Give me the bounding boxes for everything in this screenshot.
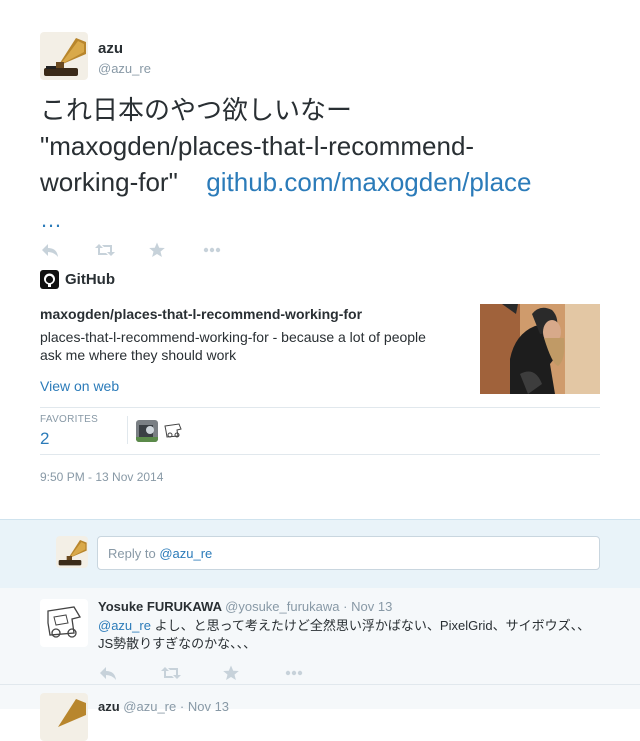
author-name[interactable]: azu <box>98 40 123 57</box>
reply-separator: · <box>343 599 348 614</box>
card-thumbnail[interactable] <box>480 304 600 394</box>
card-title[interactable]: maxogden/places-that-l-recommend-working… <box>40 306 362 322</box>
card-source[interactable]: GitHub <box>40 270 115 289</box>
favorites-count[interactable]: 2 <box>40 429 49 449</box>
tweet-text-fragment: working-for" <box>40 167 178 197</box>
reply-placeholder-prefix: Reply to <box>108 546 160 561</box>
reply-date[interactable]: Nov 13 <box>351 599 392 614</box>
tweet-text-line: working-for" github.com/maxogden/place <box>40 164 600 200</box>
reply-author-handle[interactable]: @azu_re <box>123 699 176 714</box>
reply-icon[interactable] <box>40 240 94 260</box>
reply-placeholder-handle: @azu_re <box>159 546 213 561</box>
tweet-text: これ日本のやつ欲しいなー "maxogden/places-that-l-rec… <box>40 92 600 200</box>
current-user-avatar <box>56 536 88 568</box>
favoriter-avatar[interactable] <box>136 420 158 442</box>
reply-divider <box>0 684 640 685</box>
favorites-label: FAVORITES <box>40 414 99 425</box>
github-icon <box>40 270 59 289</box>
tweet-link[interactable]: github.com/maxogden/place <box>206 167 531 197</box>
divider <box>40 454 600 455</box>
tweet-text-line: "maxogden/places-that-l-recommend- <box>40 131 475 161</box>
tweet-link-ellipsis[interactable]: … <box>40 207 65 233</box>
reply-composer: Reply to @azu_re <box>0 519 640 589</box>
favoriter-avatar[interactable] <box>162 420 184 442</box>
reply-author-name[interactable]: azu <box>98 699 120 714</box>
favorites-divider <box>127 416 128 444</box>
author-avatar[interactable] <box>40 32 88 80</box>
reply-actions <box>98 663 346 683</box>
card-description: places-that-l-recommend-working-for - be… <box>40 329 426 363</box>
reply-author[interactable]: azu @azu_re · Nov 13 <box>98 699 229 714</box>
reply-mention[interactable]: @azu_re <box>98 618 151 633</box>
reply-author-handle[interactable]: @yosuke_furukawa <box>225 599 339 614</box>
reply-author[interactable]: Yosuke FURUKAWA @yosuke_furukawa · Nov 1… <box>98 599 392 614</box>
card-source-name: GitHub <box>65 271 115 288</box>
reply-text: @azu_re よし、と思って考えたけど全然思い浮かばない、PixelGrid、… <box>98 617 598 653</box>
view-on-web-link[interactable]: View on web <box>40 378 119 394</box>
favorite-icon[interactable] <box>148 240 202 260</box>
tweet-detail: azu @azu_re これ日本のやつ欲しいなー "maxogden/place… <box>0 0 640 520</box>
reply-author-name[interactable]: Yosuke FURUKAWA <box>98 599 222 614</box>
reply-body: よし、と思って考えたけど全然思い浮かばない、PixelGrid、サイボウズ、、J… <box>98 618 591 651</box>
reply-icon[interactable] <box>98 663 160 683</box>
retweet-icon[interactable] <box>160 663 222 683</box>
reply-separator: · <box>179 699 185 714</box>
tweet-timestamp[interactable]: 9:50 PM - 13 Nov 2014 <box>40 470 163 484</box>
reply-date[interactable]: Nov 13 <box>188 699 229 714</box>
reply-author-avatar[interactable] <box>40 599 88 647</box>
author-handle[interactable]: @azu_re <box>98 61 151 76</box>
tweet-actions <box>40 240 256 260</box>
favorite-icon[interactable] <box>222 663 284 683</box>
reply-author-avatar[interactable] <box>40 693 88 741</box>
more-icon[interactable] <box>284 663 346 683</box>
tweet-text-line: これ日本のやつ欲しいなー <box>40 95 353 125</box>
reply-input[interactable]: Reply to @azu_re <box>97 536 600 570</box>
reply-list: Yosuke FURUKAWA @yosuke_furukawa · Nov 1… <box>0 588 640 741</box>
more-icon[interactable] <box>202 240 256 260</box>
divider <box>40 407 600 408</box>
retweet-icon[interactable] <box>94 240 148 260</box>
